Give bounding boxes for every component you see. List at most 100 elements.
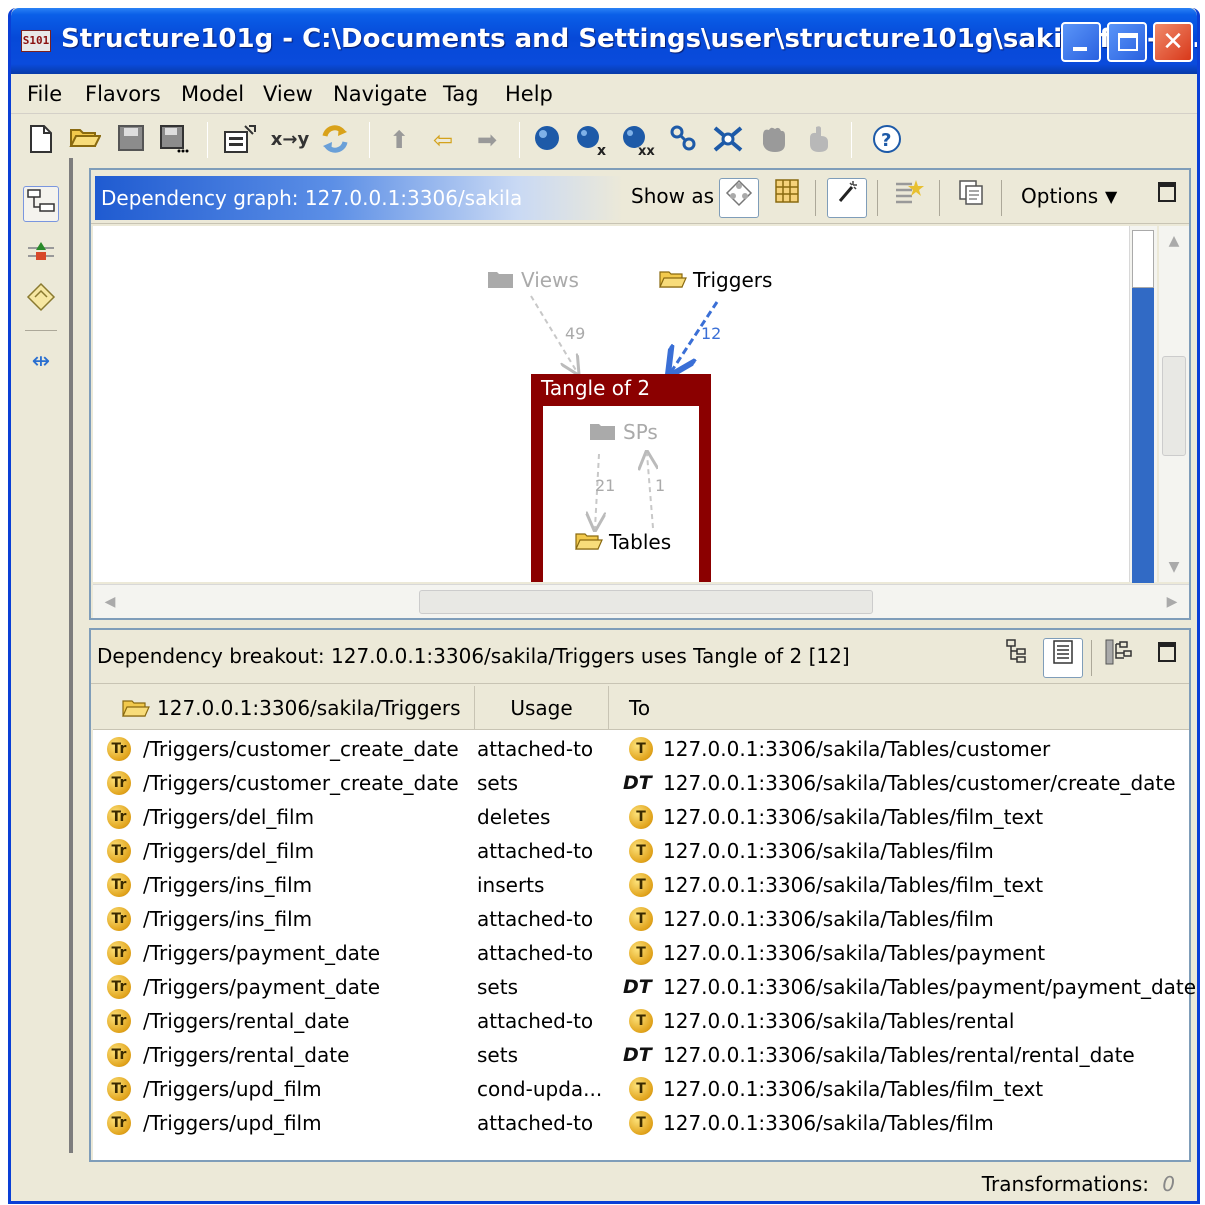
graph-canvas[interactable]: 49 12 21 1 Views Triggers Tangle of 2 SP…: [93, 226, 1129, 582]
open-folder-icon: [122, 700, 150, 717]
refresh-icon[interactable]: [319, 124, 351, 156]
save-as-icon[interactable]: [159, 124, 191, 156]
column-header-to[interactable]: To: [609, 686, 1189, 730]
title-bar[interactable]: S101 Structure101g - C:\Documents and Se…: [11, 8, 1197, 74]
overview-scrollbar[interactable]: [1129, 226, 1157, 583]
row-usage: attached-to: [477, 737, 594, 761]
row-from: /Triggers/customer_create_date: [143, 737, 459, 761]
diamond-view-icon[interactable]: [23, 282, 59, 318]
left-splitter[interactable]: [69, 158, 73, 1153]
maximize-button[interactable]: [1107, 22, 1147, 62]
column-header-from[interactable]: 127.0.0.1:3306/sakila/Triggers: [93, 686, 475, 730]
transformations-value: 0: [1162, 1172, 1175, 1196]
open-folder-icon[interactable]: [69, 124, 102, 156]
table-row[interactable]: Tr/Triggers/ins_film attached-to T 127.0.0.…: [93, 902, 1189, 936]
chevron-down-icon[interactable]: ▼: [1105, 187, 1117, 206]
scroll-left-icon[interactable]: ◀: [97, 589, 123, 615]
minimize-button[interactable]: [1061, 22, 1101, 62]
horizontal-scrollbar[interactable]: ◀ ▶: [93, 584, 1189, 618]
menu-model[interactable]: Model: [181, 82, 244, 106]
hand-grab-icon[interactable]: [757, 124, 789, 156]
up-arrow-icon[interactable]: ⬆: [383, 124, 415, 156]
menu-navigate[interactable]: Navigate: [333, 82, 427, 106]
window-title: Structure101g - C:\Documents and Setting…: [61, 24, 1200, 54]
table-row[interactable]: Tr/Triggers/upd_film attached-to T 127.0.0.…: [93, 1106, 1189, 1140]
node-sps[interactable]: SPs: [589, 420, 658, 444]
table-row[interactable]: Tr/Triggers/payment_date attached-to T 127.…: [93, 936, 1189, 970]
scroll-right-icon[interactable]: ▶: [1159, 589, 1185, 615]
node-tables[interactable]: Tables: [575, 530, 671, 554]
table-row[interactable]: Tr/Triggers/payment_date sets DT 127.0.0.1:…: [93, 970, 1196, 1004]
copy-icon[interactable]: [951, 178, 991, 218]
row-to: 127.0.0.1:3306/sakila/Tables/film_text: [663, 805, 1044, 829]
back-arrow-icon[interactable]: ⇦: [427, 124, 459, 156]
maximize-panel-icon[interactable]: [1147, 178, 1187, 218]
table-row[interactable]: Tr/Triggers/upd_film cond-upda... T 127.0.0…: [93, 1072, 1189, 1106]
row-from: /Triggers/del_film: [143, 805, 315, 829]
xy-transform-icon[interactable]: x→y: [267, 124, 313, 156]
table-row[interactable]: Tr/Triggers/ins_film inserts T 127.0.0.1:33…: [93, 868, 1189, 902]
properties-icon[interactable]: [223, 124, 256, 156]
find-xx-icon[interactable]: xx: [621, 124, 655, 159]
vertical-scrollbar-thumb[interactable]: [1162, 356, 1186, 456]
menu-file[interactable]: File: [27, 82, 62, 106]
close-button[interactable]: ✕: [1153, 22, 1193, 62]
forward-arrow-icon[interactable]: ➡: [471, 124, 503, 156]
help-icon[interactable]: ?: [871, 124, 903, 156]
trigger-icon: Tr: [107, 1077, 131, 1101]
magic-wand-icon[interactable]: [827, 178, 867, 218]
row-usage: attached-to: [477, 1009, 594, 1033]
row-usage: attached-to: [477, 1111, 594, 1135]
graph-mode-icon[interactable]: [719, 178, 759, 218]
menu-help[interactable]: Help: [505, 82, 553, 106]
row-usage: cond-upda...: [477, 1077, 603, 1101]
multi-cycle-icon[interactable]: [711, 124, 743, 156]
find-x-icon[interactable]: x: [575, 124, 607, 159]
structure-view-icon[interactable]: [23, 186, 59, 222]
trigger-icon: Tr: [107, 1111, 131, 1135]
split-tree-icon[interactable]: [1099, 638, 1139, 678]
row-from: /Triggers/rental_date: [143, 1043, 350, 1067]
maximize-panel-icon[interactable]: [1147, 638, 1187, 678]
hand-point-icon[interactable]: [801, 124, 833, 156]
table-row[interactable]: Tr/Triggers/del_film attached-to T 127.0.0.…: [93, 834, 1189, 868]
scroll-up-icon[interactable]: ▲: [1161, 228, 1187, 254]
row-to: 127.0.0.1:3306/sakila/Tables/payment/pay…: [663, 975, 1197, 999]
trigger-icon: Tr: [107, 1009, 131, 1033]
node-sps-label: SPs: [623, 420, 658, 444]
breakout-table: 127.0.0.1:3306/sakila/Triggers Usage To …: [93, 686, 1196, 1160]
tree-view-icon[interactable]: [997, 638, 1037, 678]
matrix-mode-icon[interactable]: [767, 178, 807, 218]
cycle-icon[interactable]: [667, 124, 699, 156]
row-usage: inserts: [477, 873, 545, 897]
table-row[interactable]: Tr/Triggers/customer_create_date attached…: [93, 732, 1189, 766]
table-icon: T: [629, 1111, 653, 1135]
table-icon: T: [629, 941, 653, 965]
maximize-icon: [1118, 33, 1138, 51]
row-usage: attached-to: [477, 907, 594, 931]
row-to: 127.0.0.1:3306/sakila/Tables/customer: [663, 737, 1051, 761]
levelize-icon[interactable]: [23, 238, 59, 274]
menu-tag[interactable]: Tag: [443, 82, 479, 106]
table-row[interactable]: Tr/Triggers/rental_date sets DT 127.0.0.1:3…: [93, 1038, 1189, 1072]
save-icon[interactable]: [115, 124, 147, 156]
scroll-down-icon[interactable]: ▼: [1161, 554, 1187, 580]
table-row[interactable]: Tr/Triggers/del_film deletes T 127.0.0.1:33…: [93, 800, 1189, 834]
overview-scrollbar-thumb[interactable]: [1132, 288, 1154, 583]
options-menu[interactable]: Options: [1021, 184, 1098, 208]
new-file-icon[interactable]: [25, 124, 57, 156]
vertical-scrollbar[interactable]: ▲ ▼: [1159, 226, 1189, 582]
menu-view[interactable]: View: [263, 82, 313, 106]
sphere-icon[interactable]: [531, 124, 563, 156]
svg-text:x: x: [597, 143, 606, 156]
highlight-list-icon[interactable]: [889, 178, 929, 218]
table-row[interactable]: Tr/Triggers/rental_date attached-to T 127.0…: [93, 1004, 1189, 1038]
column-header-usage[interactable]: Usage: [475, 686, 609, 730]
node-views[interactable]: Views: [487, 268, 579, 292]
list-view-icon[interactable]: [1043, 638, 1083, 678]
node-triggers[interactable]: Triggers: [659, 268, 772, 292]
table-row[interactable]: Tr/Triggers/customer_create_date sets DT 12…: [93, 766, 1189, 800]
menu-flavors[interactable]: Flavors: [85, 82, 161, 106]
dependency-arrows-icon[interactable]: ⇹: [23, 344, 59, 380]
horizontal-scrollbar-thumb[interactable]: [419, 590, 873, 614]
